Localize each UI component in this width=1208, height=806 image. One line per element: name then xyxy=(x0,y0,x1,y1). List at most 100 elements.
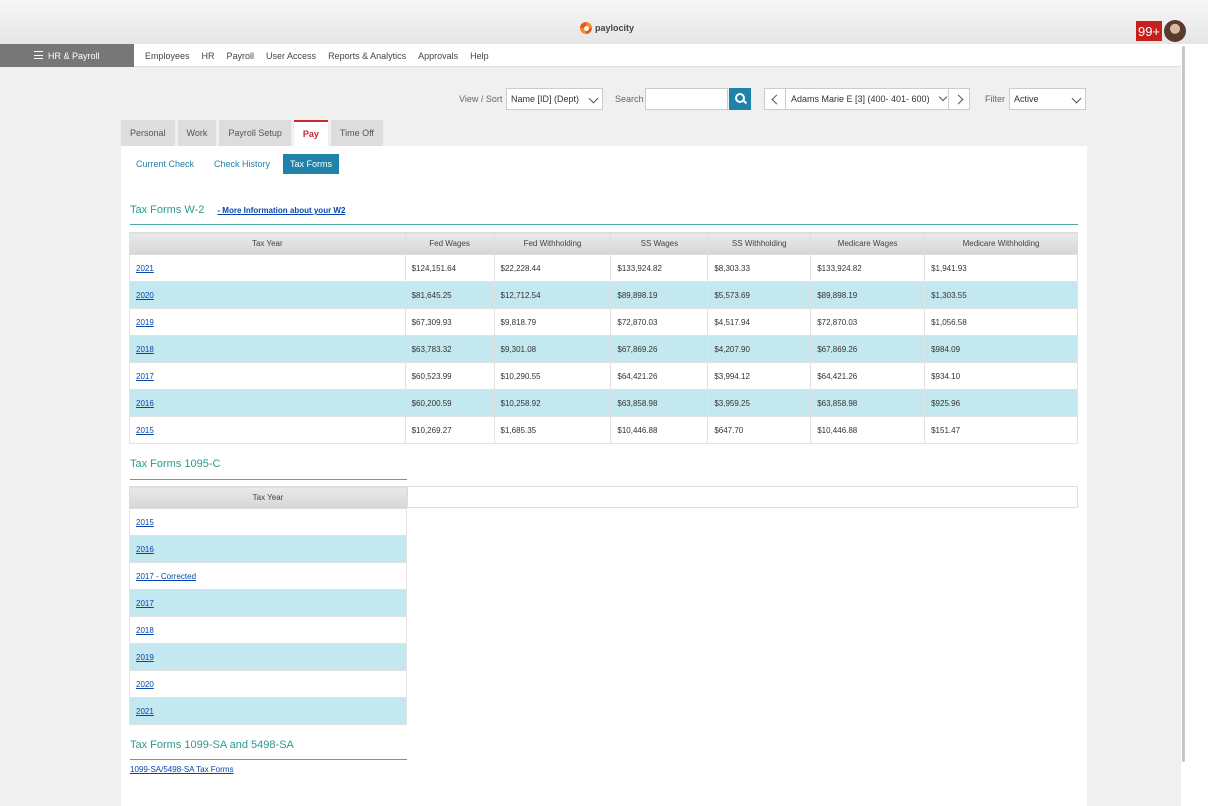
tax-year-link[interactable]: 2018 xyxy=(129,616,407,644)
tab-work[interactable]: Work xyxy=(177,120,217,146)
nav-item-help[interactable]: Help xyxy=(470,51,489,61)
ss-withholding: $8,303.33 xyxy=(707,254,812,282)
c1095-table: Tax Year 2015 2016 2017 - Corrected 2017… xyxy=(129,486,407,725)
ss-wages: $133,924.82 xyxy=(610,254,709,282)
table-row: 2015 $10,269.27 $1,685.35 $10,446.88 $64… xyxy=(129,416,1078,444)
avatar[interactable] xyxy=(1164,20,1186,42)
notification-badge[interactable]: 99+ xyxy=(1136,21,1162,41)
nav-item-user-access[interactable]: User Access xyxy=(266,51,316,61)
col-tax-year[interactable]: Tax Year xyxy=(129,486,407,509)
table-row: 2016 $60,200.59 $10,258.92 $63,858.98 $3… xyxy=(129,389,1078,417)
ss-wages: $64,421.26 xyxy=(610,362,709,390)
table-row: 2021 xyxy=(129,697,407,725)
tax-year-link[interactable]: 2018 xyxy=(129,335,406,363)
w2-more-info-link[interactable]: - More Information about your W2 xyxy=(217,206,345,215)
fed-wages: $124,151.64 xyxy=(404,254,495,282)
nav-item-hr[interactable]: HR xyxy=(202,51,215,61)
table-row: 2019 xyxy=(129,643,407,671)
main-area: View / Sort Name [ID] (Dept) Search Adam… xyxy=(0,67,1181,806)
nav-item-reports[interactable]: Reports & Analytics xyxy=(328,51,406,61)
subtab-tax-forms[interactable]: Tax Forms xyxy=(283,154,340,174)
nav-item-employees[interactable]: Employees xyxy=(145,51,190,61)
tab-time-off[interactable]: Time Off xyxy=(330,120,383,146)
table-row: 2020 xyxy=(129,670,407,698)
tax-year-link[interactable]: 2015 xyxy=(129,508,407,536)
tax-year-link[interactable]: 2017 xyxy=(129,589,407,617)
table-row: 2018 xyxy=(129,616,407,644)
c1095-header-row: Tax Year xyxy=(129,486,407,509)
tax-year-link[interactable]: 2017 xyxy=(129,362,406,390)
subtab-check-history[interactable]: Check History xyxy=(207,154,277,174)
nav-item-approvals[interactable]: Approvals xyxy=(418,51,458,61)
medicare-wages: $67,869.26 xyxy=(810,335,926,363)
tab-payroll-setup[interactable]: Payroll Setup xyxy=(219,120,291,146)
tax-year-link[interactable]: 2021 xyxy=(129,697,407,725)
filter-value: Active xyxy=(1014,94,1039,104)
pay-panel: Current Check Check History Tax Forms Ta… xyxy=(121,146,1087,806)
medicare-wages: $72,870.03 xyxy=(810,308,926,336)
table-row: 2020 $81,645.25 $12,712.54 $89,898.19 $5… xyxy=(129,281,1078,309)
col-medicare-withholding[interactable]: Medicare Withholding xyxy=(924,232,1078,255)
medicare-withholding: $1,303.55 xyxy=(924,281,1078,309)
ss-wages: $63,858.98 xyxy=(610,389,709,417)
table-row: 2018 $63,783.32 $9,301.08 $67,869.26 $4,… xyxy=(129,335,1078,363)
view-sort-select[interactable]: Name [ID] (Dept) xyxy=(506,88,603,110)
table-row: 2019 $67,309.93 $9,818.79 $72,870.03 $4,… xyxy=(129,308,1078,336)
scroll-thumb[interactable] xyxy=(1182,46,1185,762)
table-row: 2017 xyxy=(129,589,407,617)
w2-divider xyxy=(130,224,1078,225)
fed-wages: $63,783.32 xyxy=(404,335,495,363)
controls-bar: View / Sort Name [ID] (Dept) Search Adam… xyxy=(0,88,1181,110)
tab-personal[interactable]: Personal xyxy=(121,120,175,146)
col-fed-wages[interactable]: Fed Wages xyxy=(404,232,495,255)
tax-year-link[interactable]: 2019 xyxy=(129,308,406,336)
medicare-wages: $89,898.19 xyxy=(810,281,926,309)
tab-pay[interactable]: Pay xyxy=(293,120,328,146)
sa-tax-forms-link[interactable]: 1099-SA/5498-SA Tax Forms xyxy=(130,765,233,774)
search-label: Search xyxy=(615,94,644,104)
tax-year-link[interactable]: 2015 xyxy=(129,416,406,444)
ss-withholding: $3,994.12 xyxy=(707,362,812,390)
view-sort-value: Name [ID] (Dept) xyxy=(511,94,580,104)
col-tax-year[interactable]: Tax Year xyxy=(129,232,406,255)
employee-select[interactable]: Adams Marie E [3] (400- 401- 600) xyxy=(786,88,948,110)
col-ss-withholding[interactable]: SS Withholding xyxy=(707,232,812,255)
filter-select[interactable]: Active xyxy=(1009,88,1086,110)
tax-year-link[interactable]: 2021 xyxy=(129,254,406,282)
module-menu-button[interactable]: HR & Payroll xyxy=(0,44,134,67)
filter-label: Filter xyxy=(985,94,1005,104)
w2-title: Tax Forms W-2 xyxy=(130,204,205,216)
next-employee-button[interactable] xyxy=(948,88,970,110)
ss-withholding: $5,573.69 xyxy=(707,281,812,309)
w2-header-row: Tax Year Fed Wages Fed Withholding SS Wa… xyxy=(129,232,1078,255)
search-input[interactable] xyxy=(645,88,728,110)
ss-wages: $72,870.03 xyxy=(610,308,709,336)
subtab-current-check[interactable]: Current Check xyxy=(129,154,201,174)
fed-withholding: $9,301.08 xyxy=(493,335,612,363)
col-fed-withholding[interactable]: Fed Withholding xyxy=(493,232,612,255)
top-bar: paylocity 99+ xyxy=(0,0,1208,44)
tax-year-link[interactable]: 2017 - Corrected xyxy=(129,562,407,590)
medicare-wages: $63,858.98 xyxy=(810,389,926,417)
fed-withholding: $1,685.35 xyxy=(493,416,612,444)
medicare-withholding: $151.47 xyxy=(924,416,1078,444)
fed-withholding: $10,290.55 xyxy=(493,362,612,390)
tax-year-link[interactable]: 2020 xyxy=(129,281,406,309)
tax-year-link[interactable]: 2016 xyxy=(129,535,407,563)
col-medicare-wages[interactable]: Medicare Wages xyxy=(810,232,926,255)
col-ss-wages[interactable]: SS Wages xyxy=(610,232,709,255)
table-row: 2021 $124,151.64 $22,228.44 $133,924.82 … xyxy=(129,254,1078,282)
fed-wages: $67,309.93 xyxy=(404,308,495,336)
scrollbar[interactable] xyxy=(1181,44,1208,806)
fed-withholding: $22,228.44 xyxy=(493,254,612,282)
search-icon[interactable] xyxy=(729,88,751,110)
nav-item-payroll[interactable]: Payroll xyxy=(227,51,255,61)
previous-employee-button[interactable] xyxy=(764,88,786,110)
logo-text: paylocity xyxy=(595,23,635,33)
tax-year-link[interactable]: 2019 xyxy=(129,643,407,671)
hamburger-icon xyxy=(34,51,43,59)
ss-wages: $67,869.26 xyxy=(610,335,709,363)
paylocity-logo[interactable]: paylocity xyxy=(580,22,634,34)
tax-year-link[interactable]: 2020 xyxy=(129,670,407,698)
tax-year-link[interactable]: 2016 xyxy=(129,389,406,417)
